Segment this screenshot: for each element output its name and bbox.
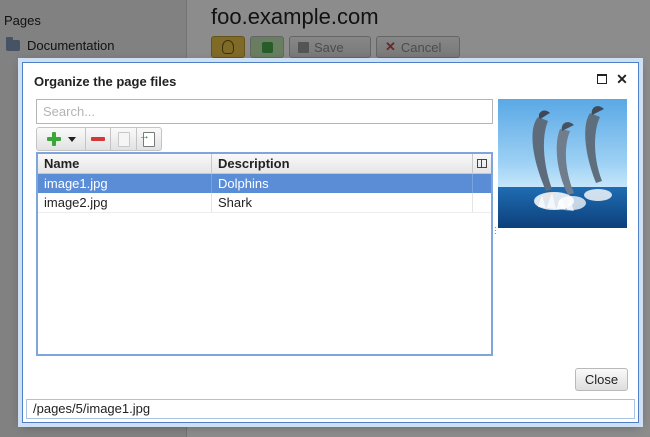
grid-header: Name Description: [38, 154, 491, 174]
minus-icon: [91, 137, 105, 141]
files-grid: Name Description image1.jpg Dolphins ima…: [36, 152, 493, 356]
plus-icon: [46, 132, 61, 146]
close-icon: ✕: [616, 71, 628, 87]
maximize-icon: [597, 74, 607, 84]
splitter-handle[interactable]: · · ·: [494, 224, 497, 238]
edit-file-button[interactable]: [110, 127, 137, 151]
table-row[interactable]: image2.jpg Shark: [38, 193, 491, 213]
chevron-down-icon: [67, 136, 76, 142]
add-file-button[interactable]: [36, 127, 86, 151]
file-name-cell: image1.jpg: [38, 174, 212, 193]
import-file-button[interactable]: [136, 127, 162, 151]
row-spacer: [473, 174, 491, 193]
close-dialog-button[interactable]: ✕: [616, 71, 628, 87]
dolphins-image: [498, 99, 627, 228]
file-name-cell: image2.jpg: [38, 193, 212, 212]
close-button[interactable]: Close: [575, 368, 628, 391]
file-description-cell: Shark: [212, 193, 473, 212]
dialog-window-controls: ✕: [596, 71, 628, 87]
image-preview: [498, 99, 627, 228]
dialog-title: Organize the page files: [34, 74, 177, 89]
file-description-cell: Dolphins: [212, 174, 473, 193]
table-row[interactable]: image1.jpg Dolphins: [38, 174, 491, 193]
page-icon: [117, 131, 130, 147]
column-header-description[interactable]: Description: [212, 154, 473, 173]
row-spacer: [473, 193, 491, 212]
remove-file-button[interactable]: [85, 127, 111, 151]
maximize-button[interactable]: [596, 73, 608, 85]
organize-files-dialog: Organize the page files ✕ Name Descripti…: [22, 62, 639, 423]
columns-icon: [477, 159, 487, 168]
import-icon: [139, 130, 155, 147]
search-input[interactable]: [36, 99, 493, 124]
column-picker-button[interactable]: [473, 154, 491, 173]
column-header-name[interactable]: Name: [38, 154, 212, 173]
files-toolbar: [36, 127, 162, 151]
file-path-status: /pages/5/image1.jpg: [26, 399, 635, 419]
